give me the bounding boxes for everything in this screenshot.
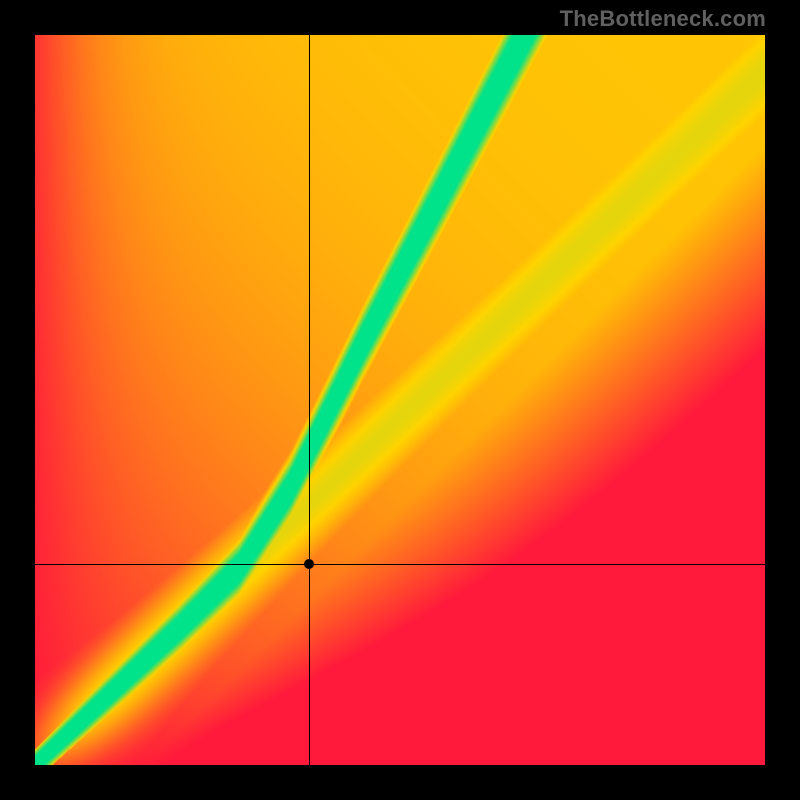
heatmap-canvas (35, 35, 765, 765)
heatmap-plot (35, 35, 765, 765)
chart-frame: TheBottleneck.com (0, 0, 800, 800)
watermark-text: TheBottleneck.com (560, 6, 766, 32)
